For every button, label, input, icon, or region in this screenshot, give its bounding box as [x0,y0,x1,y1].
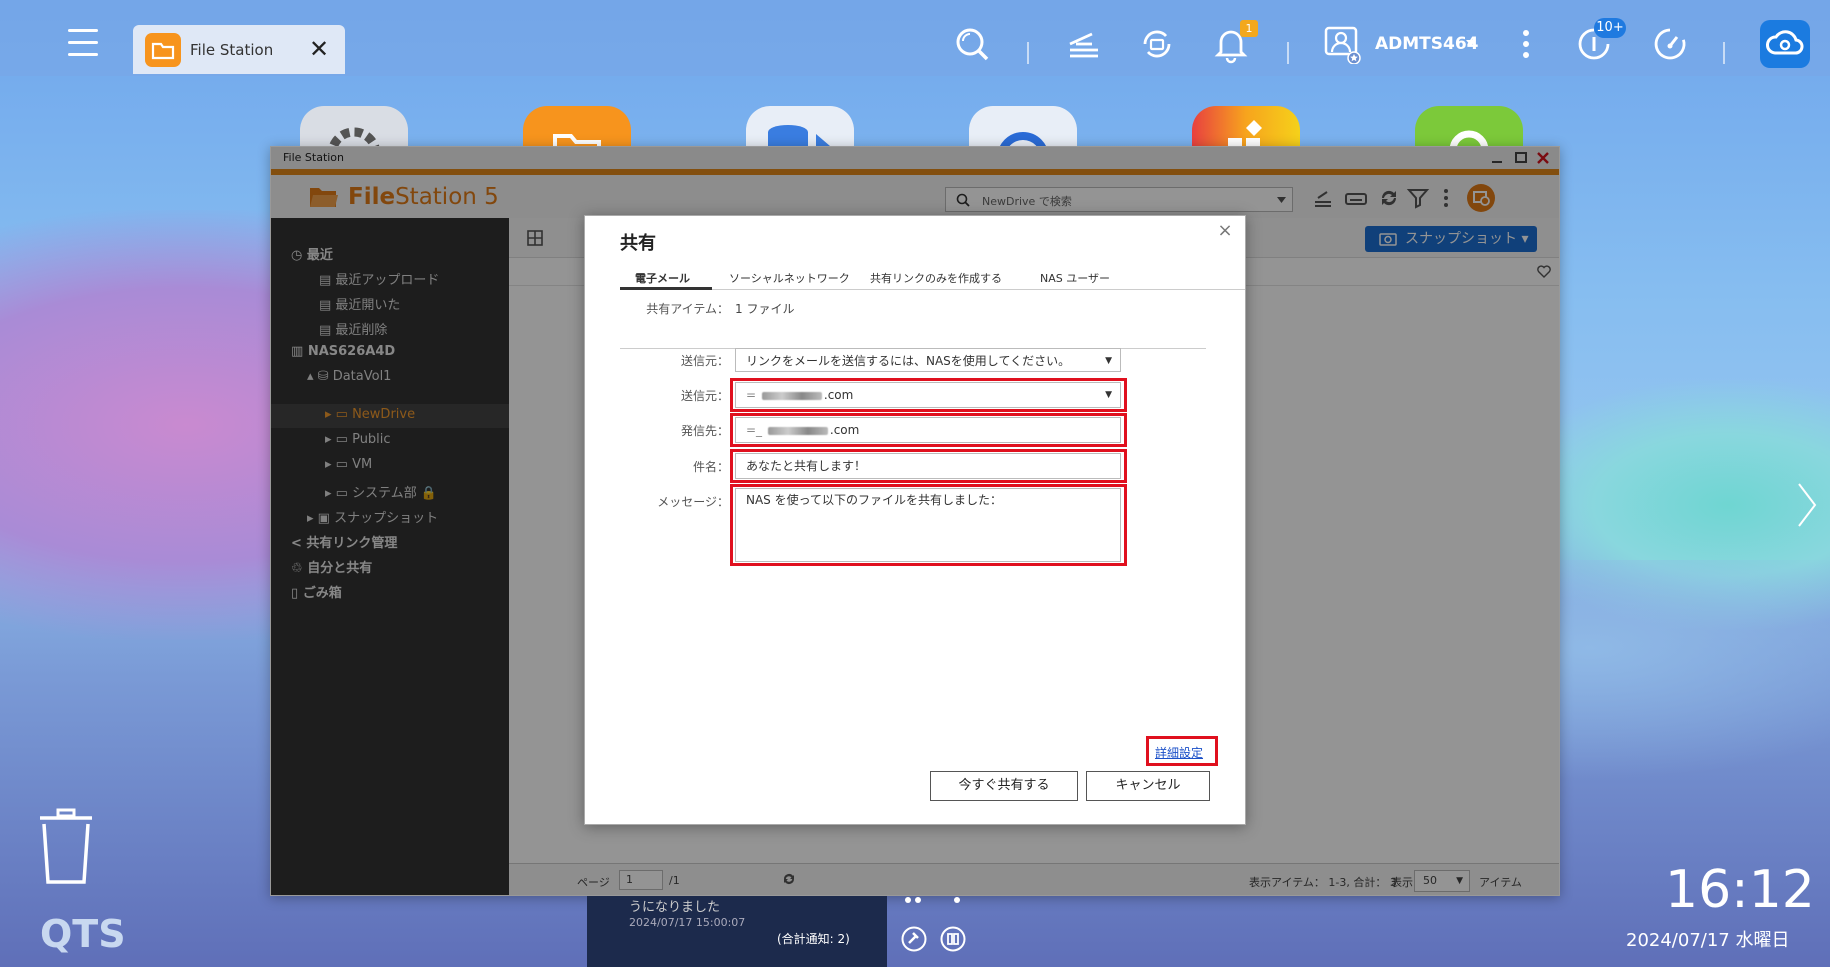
highlight-advanced [1146,736,1218,766]
trash-icon[interactable] [36,808,96,886]
clock: 16:12 [1665,860,1815,920]
notification-text: うになりました [629,900,721,915]
main-menu-icon[interactable] [66,26,100,60]
dialog-close-icon[interactable]: × [1215,220,1235,241]
taskbar: File Station ✕ 1 ADMTS464 10+ [0,0,1830,76]
tab-create-link-only[interactable]: 共有リンクのみを作成する [870,270,1002,286]
resource-monitor-icon[interactable] [1650,24,1690,64]
cancel-button[interactable]: キャンセル [1086,771,1210,801]
search-icon[interactable] [952,24,992,64]
to-label: 発信先： [680,424,729,438]
highlight-subject [730,449,1127,483]
notification-badge: 1 [1240,20,1258,37]
tab-email[interactable]: 電子メール [635,270,690,286]
chevron-down-icon: ▼ [1105,356,1112,366]
chevron-right-icon[interactable] [1795,480,1819,530]
from-method-label: 送信元： [680,354,729,368]
page-dot [954,897,960,903]
page-dots [905,897,921,903]
highlight-message [730,484,1127,566]
user-avatar-icon[interactable] [1322,24,1362,64]
notification-panel[interactable]: うになりました 2024/07/17 15:00:07 (合計通知: 2) [587,896,887,967]
share-dialog: 共有 × 電子メール ソーシャルネットワーク 共有リンクのみを作成する NAS … [584,215,1246,825]
user-name[interactable]: ADMTS464 [1375,34,1479,54]
more-options-icon[interactable] [1506,24,1546,64]
myqnapcloud-icon[interactable] [1760,20,1810,68]
message-label: メッセージ： [657,495,729,509]
share-tabs: 電子メール ソーシャルネットワーク 共有リンクのみを作成する NAS ユーザー [620,264,1245,290]
qts-label: QTS [40,912,126,956]
user-dropdown-icon[interactable] [1466,38,1476,48]
from-method-select[interactable]: リンクをメールを送信するには、NASを使用してください。 ▼ [735,348,1121,372]
date: 2024/07/17 水曜日 [1626,930,1790,951]
folder-icon [145,33,181,67]
highlight-from [730,378,1127,412]
taskbar-divider [1027,42,1029,64]
book-icon[interactable] [940,926,966,952]
background-tasks-icon[interactable] [1064,24,1104,64]
sync-icon[interactable] [1137,24,1177,64]
shared-items-value: 1 ファイル [735,302,795,316]
notification-summary: (合計通知: 2) [777,932,850,946]
share-now-button[interactable]: 今すぐ共有する [930,771,1078,801]
dialog-title: 共有 [620,233,656,254]
update-badge: 10+ [1594,18,1626,38]
notification-time: 2024/07/17 15:00:07 [629,916,746,929]
shared-items-label: 共有アイテム： [646,302,729,316]
tab-social-network[interactable]: ソーシャルネットワーク [729,270,850,286]
highlight-to [730,413,1127,447]
taskbar-divider [1723,42,1725,64]
tab-nas-user[interactable]: NAS ユーザー [1040,270,1110,286]
tab-file-station[interactable]: File Station ✕ [133,25,345,74]
hammer-icon[interactable] [901,926,927,952]
subject-label: 件名： [692,460,729,474]
tab-close-button[interactable]: ✕ [307,36,331,62]
taskbar-divider [1287,42,1289,64]
from-label: 送信元： [680,389,729,403]
active-tab-indicator [620,287,712,290]
tab-title: File Station [190,41,274,59]
